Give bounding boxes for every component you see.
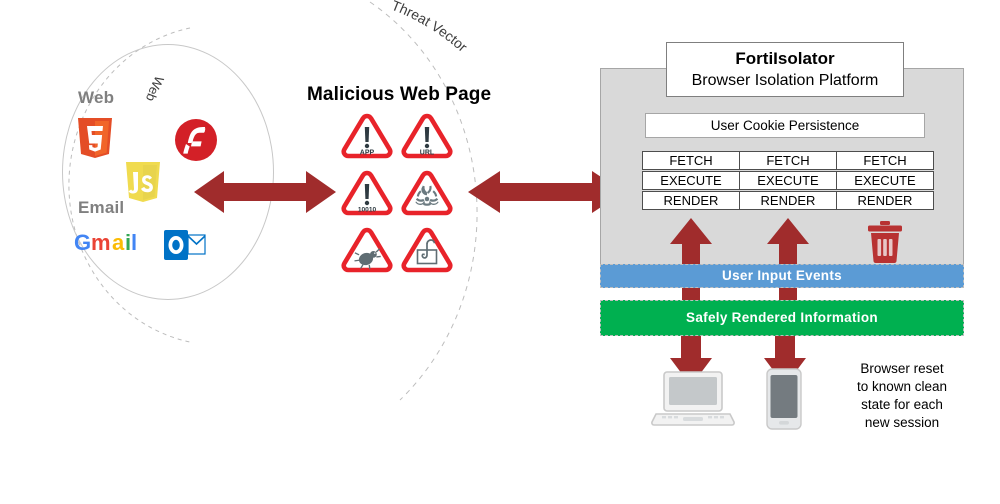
malicious-web-page-title: Malicious Web Page [307, 84, 492, 105]
stack-cell-render: RENDER [739, 191, 837, 210]
warning-triangle-bug-icon [340, 226, 394, 276]
isolation-stack-1: FETCH EXECUTE RENDER [642, 151, 740, 210]
stack-cell-execute: EXECUTE [739, 171, 837, 190]
group-label-email: Email [78, 198, 125, 217]
flash-logo [174, 118, 218, 162]
stack-cell-fetch: FETCH [739, 151, 837, 170]
javascript-logo [124, 160, 162, 204]
outlook-logo [164, 228, 206, 262]
warning-triangle-exclamation-icon: 10010 [340, 169, 394, 219]
group-label-web: Web [78, 88, 115, 107]
warning-triangle-exclamation-icon: APP [340, 112, 394, 162]
laptop-icon [650, 370, 736, 428]
note-line-2: to known clean [856, 379, 948, 394]
threat-label: 10010 [358, 207, 377, 214]
arrow-left-bidirectional [194, 168, 336, 216]
svg-text:G: G [74, 230, 91, 255]
threat-label: URL [420, 150, 435, 157]
isolation-stack-2: FETCH EXECUTE RENDER [739, 151, 837, 210]
html5-logo [76, 116, 114, 160]
stack-cell-render: RENDER [836, 191, 934, 210]
warning-triangle-exclamation-icon: URL [400, 112, 454, 162]
platform-subtitle: Browser Isolation Platform [691, 72, 879, 89]
stack-cell-fetch: FETCH [642, 151, 740, 170]
threat-icon-grid: APP URL 10010 [340, 112, 470, 282]
svg-text:a: a [112, 230, 125, 255]
note-line-4: new session [864, 415, 940, 430]
stack-cell-execute: EXECUTE [642, 171, 740, 190]
svg-text:m: m [91, 230, 111, 255]
diagram-canvas: Web Threat Vector Web Email G m a i l Ma… [0, 0, 1000, 504]
warning-triangle-phishing-mail-icon [400, 226, 454, 276]
user-cookie-persistence-bar: User Cookie Persistence [645, 113, 925, 138]
safely-rendered-information-band: Safely Rendered Information [600, 300, 964, 336]
isolation-stack-3: FETCH EXECUTE RENDER [836, 151, 934, 210]
note-line-3: state for each [861, 397, 943, 412]
note-line-1: Browser reset [860, 361, 944, 376]
stack-cell-execute: EXECUTE [836, 171, 934, 190]
platform-title: FortiIsolator [735, 49, 835, 68]
browser-reset-note: Browser reset to known clean state for e… [838, 360, 966, 432]
platform-title-box: FortiIsolator Browser Isolation Platform [666, 42, 904, 97]
stack-cell-render: RENDER [642, 191, 740, 210]
svg-text:l: l [131, 230, 137, 255]
smartphone-icon [764, 368, 804, 430]
trash-can-icon [864, 220, 906, 264]
stack-cell-fetch: FETCH [836, 151, 934, 170]
warning-triangle-biohazard-icon [400, 169, 454, 219]
threat-label: APP [360, 150, 375, 157]
user-input-events-band: User Input Events [600, 264, 964, 288]
gmail-logo: G m a i l [74, 230, 142, 256]
